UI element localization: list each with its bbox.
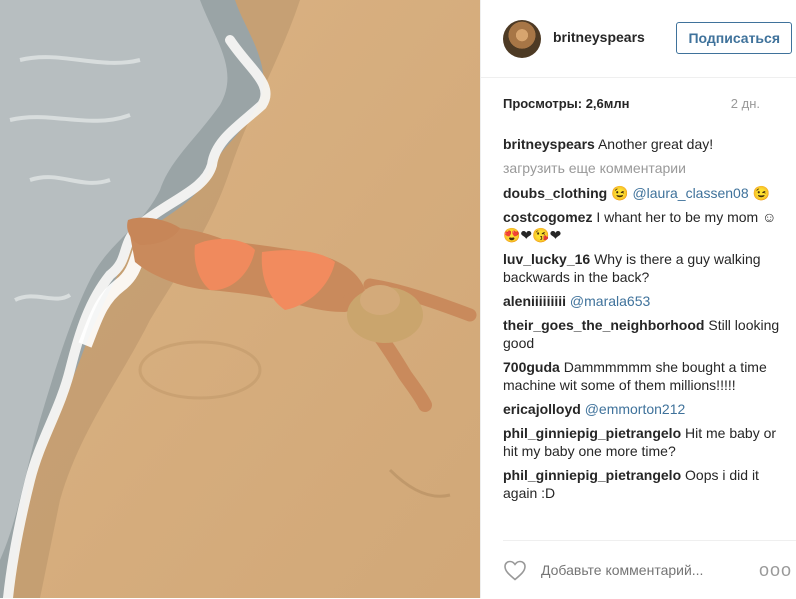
comment-text-tail: 😉 bbox=[748, 185, 770, 201]
comment: luv_lucky_16 Why is there a guy walking … bbox=[503, 250, 782, 286]
load-more-comments-link[interactable]: загрузить еще комментарии bbox=[503, 159, 782, 177]
comment-username[interactable]: aleniiiiiiiii bbox=[503, 293, 566, 309]
avatar[interactable] bbox=[503, 20, 541, 58]
comment: doubs_clothing 😉 @laura_classen08 😉 bbox=[503, 184, 782, 202]
comment-username[interactable]: costcogomez bbox=[503, 209, 592, 225]
comment: aleniiiiiiiii @marala653 bbox=[503, 292, 782, 310]
follow-button[interactable]: Подписаться bbox=[676, 22, 792, 54]
post-age[interactable]: 2 дн. bbox=[731, 96, 760, 111]
comment-username[interactable]: phil_ginniepig_pietrangelo bbox=[503, 425, 681, 441]
comment-username[interactable]: doubs_clothing bbox=[503, 185, 607, 201]
heart-outline-icon[interactable] bbox=[503, 559, 527, 581]
comment: costcogomez I whant her to be my mom ☺😍❤… bbox=[503, 208, 782, 244]
post-video[interactable] bbox=[0, 0, 480, 598]
views-count: Просмотры: 2,6млн bbox=[503, 96, 630, 111]
comment-username[interactable]: their_goes_the_neighborhood bbox=[503, 317, 704, 333]
comment-username[interactable]: luv_lucky_16 bbox=[503, 251, 590, 267]
caption-text: Another great day! bbox=[597, 136, 714, 152]
comment: their_goes_the_neighborhood Still lookin… bbox=[503, 316, 782, 352]
comment-username[interactable]: ericajolloyd bbox=[503, 401, 581, 417]
comment: ericajolloyd @emmorton212 bbox=[503, 400, 782, 418]
caption-username[interactable]: britneyspears bbox=[503, 136, 595, 152]
caption: britneyspears Another great day! bbox=[503, 135, 782, 153]
comment-mention[interactable]: @laura_classen08 bbox=[632, 185, 748, 201]
post-details-panel: britneyspears Подписаться Просмотры: 2,6… bbox=[480, 0, 796, 598]
post-footer: ooo bbox=[503, 540, 796, 599]
comment: phil_ginniepig_pietrangelo Oops i did it… bbox=[503, 466, 782, 502]
comment-input[interactable] bbox=[539, 561, 723, 579]
comment-mention[interactable]: @marala653 bbox=[570, 293, 650, 309]
comment-mention[interactable]: @emmorton212 bbox=[585, 401, 686, 417]
comments-list: britneyspears Another great day! загрузи… bbox=[503, 135, 782, 508]
comment: phil_ginniepig_pietrangelo Hit me baby o… bbox=[503, 424, 782, 460]
beach-scene bbox=[0, 0, 480, 598]
more-options-icon[interactable]: ooo bbox=[759, 560, 792, 581]
comment-username[interactable]: phil_ginniepig_pietrangelo bbox=[503, 467, 681, 483]
post-stats: Просмотры: 2,6млн 2 дн. bbox=[503, 96, 760, 111]
comment-username[interactable]: 700guda bbox=[503, 359, 560, 375]
instagram-post: britneyspears Подписаться Просмотры: 2,6… bbox=[0, 0, 796, 598]
comment-text: 😉 bbox=[611, 185, 633, 201]
username-link[interactable]: britneyspears bbox=[553, 29, 645, 45]
comment: 700guda Dammmmmm she bought a time machi… bbox=[503, 358, 782, 394]
post-header: britneyspears Подписаться bbox=[481, 0, 796, 78]
